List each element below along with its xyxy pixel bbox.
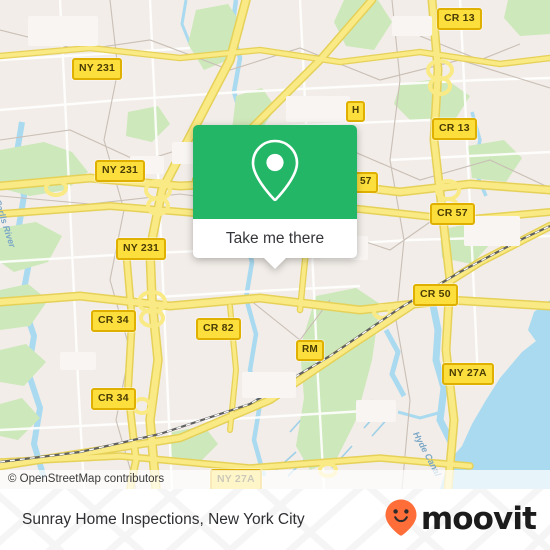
road-shield: NY 231 [116,238,167,260]
popup-action-bar[interactable]: Take me there [193,219,357,269]
popup-pointer-tail [264,258,286,269]
location-popup[interactable]: Take me there [193,125,357,269]
road-shield: H [346,101,366,122]
popup-header [193,125,357,219]
road-shield: 57 [354,172,378,193]
road-shield: NY 27A [442,363,494,385]
road-shield: CR 13 [437,8,482,30]
take-me-there-label: Take me there [225,229,325,247]
map-canvas[interactable]: NY 231 NY 231 NY 231 CR 13 CR 13 CR 57 CR 50 NY… [0,0,550,489]
road-shield: NY 231 [95,160,146,182]
road-shield: CR 34 [91,388,136,410]
road-shield: CR 50 [413,284,458,306]
moovit-smiley-pin-icon [384,498,418,541]
moovit-brand[interactable]: moovit [384,498,537,541]
osm-attribution[interactable]: © OpenStreetMap contributors [0,470,550,489]
map-pin-icon [249,138,301,207]
road-shield: CR 82 [196,318,241,340]
road-shield: CR 57 [430,203,475,225]
road-shield: NY 231 [72,58,123,80]
road-shield: CR 13 [432,118,477,140]
place-title: Sunray Home Inspections, New York City [22,510,305,528]
moovit-wordmark: moovit [420,501,537,537]
road-shield: RM [296,340,324,361]
page-footer: Sunray Home Inspections, New York City m… [0,489,550,550]
road-shield: CR 34 [91,310,136,332]
